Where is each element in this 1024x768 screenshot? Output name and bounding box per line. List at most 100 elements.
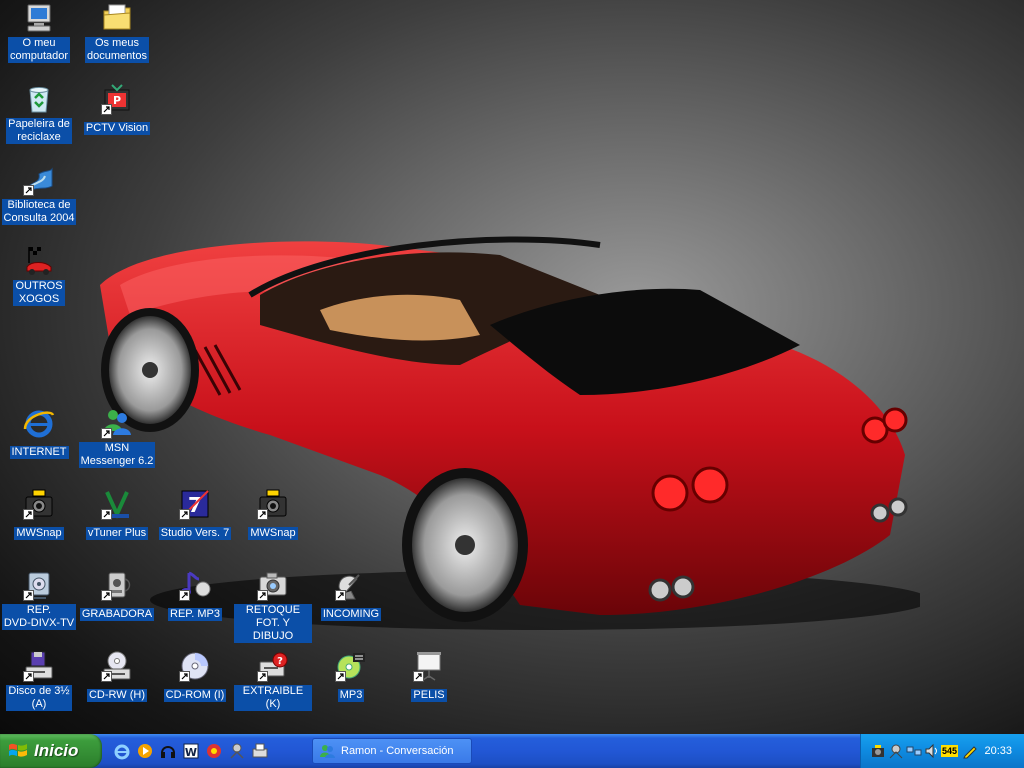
quick-launch: W — [112, 734, 270, 768]
icon-label: Studio Vers. 7 — [158, 527, 232, 540]
desktop[interactable]: O meu computador Os meus documentos Pape… — [0, 0, 1024, 734]
msn-messenger-icon — [101, 407, 133, 439]
desktop-icon-vtuner-plus[interactable]: vTuner Plus — [78, 488, 156, 541]
desktop-icon-outros-xogos[interactable]: OUTROS XOGOS — [0, 245, 78, 307]
desktop-icon-pctv-vision[interactable]: P PCTV Vision — [78, 83, 156, 136]
desktop-icon-my-documents[interactable]: Os meus documentos — [78, 2, 156, 64]
svg-text:P: P — [113, 94, 121, 107]
dvd-player-icon — [23, 569, 55, 601]
icon-label: INTERNET — [9, 446, 69, 459]
satellite-dish-icon — [335, 569, 367, 601]
icon-label: MSN Messenger 6.2 — [78, 442, 156, 468]
tray-volume-icon[interactable] — [923, 743, 940, 760]
desktop-icon-floppy[interactable]: Disco de 3½ (A) — [0, 650, 78, 712]
shortcut-arrow-icon — [179, 509, 190, 520]
icon-label: REP. DVD-DIVX-TV — [1, 604, 77, 630]
mwsnap-icon — [23, 488, 55, 520]
media-icon[interactable] — [204, 741, 224, 761]
media-player-icon[interactable] — [135, 741, 155, 761]
shortcut-arrow-icon — [257, 590, 268, 601]
icon-label: PELIS — [411, 689, 447, 702]
svg-text:W: W — [185, 746, 197, 759]
tray-badge[interactable]: 545 — [941, 745, 959, 757]
desktop-icon-library[interactable]: Biblioteca de Consulta 2004 — [0, 164, 78, 226]
svg-text:?: ? — [277, 656, 283, 667]
shortcut-arrow-icon — [23, 671, 34, 682]
desktop-icon-rep-mp3[interactable]: REP. MP3 — [156, 569, 234, 622]
mp3-cd-icon — [335, 650, 367, 682]
internet-explorer-icon — [23, 407, 55, 439]
shortcut-arrow-icon — [257, 509, 268, 520]
network-icon[interactable] — [227, 741, 247, 761]
tray-connection-icon[interactable] — [905, 743, 922, 760]
icon-label: GRABADORA — [79, 608, 155, 621]
shortcut-arrow-icon — [413, 671, 424, 682]
shortcut-arrow-icon — [23, 185, 34, 196]
windows-flag-icon — [9, 743, 27, 757]
recycle-bin-icon — [23, 83, 55, 115]
desktop-icon-grabadora[interactable]: GRABADORA — [78, 569, 156, 622]
shortcut-arrow-icon — [257, 671, 268, 682]
desktop-icon-msn-messenger[interactable]: MSN Messenger 6.2 — [78, 407, 156, 469]
desktop-icon-mwsnap-2[interactable]: MWSnap — [234, 488, 312, 541]
icon-label: Papeleira de reciclaxe — [6, 118, 72, 144]
word-icon[interactable]: W — [181, 741, 201, 761]
studio-icon: 7 — [179, 488, 211, 520]
desktop-icon-my-computer[interactable]: O meu computador — [0, 2, 78, 64]
headset-icon[interactable] — [158, 741, 178, 761]
icon-label: REP. MP3 — [168, 608, 222, 621]
desktop-icon-cd-rw[interactable]: CD-RW (H) — [78, 650, 156, 703]
removable-drive-icon: ? — [257, 650, 289, 682]
desktop-icon-studio[interactable]: 7 Studio Vers. 7 — [156, 488, 234, 541]
desktop-icon-recycle-bin[interactable]: Papeleira de reciclaxe — [0, 83, 78, 145]
cd-rw-drive-icon — [101, 650, 133, 682]
desktop-icon-extraible[interactable]: ? EXTRAIBLE (K) — [234, 650, 312, 712]
desktop-icon-rep-dvd[interactable]: REP. DVD-DIVX-TV — [0, 569, 78, 631]
projector-screen-icon — [413, 650, 445, 682]
recorder-icon — [101, 569, 133, 601]
fax-icon[interactable] — [250, 741, 270, 761]
shortcut-arrow-icon — [179, 590, 190, 601]
internet-explorer-icon[interactable] — [112, 741, 132, 761]
desktop-icon-cd-rom[interactable]: CD-ROM (I) — [156, 650, 234, 703]
shortcut-arrow-icon — [101, 428, 112, 439]
taskbar-window-button[interactable]: Ramon - Conversación — [312, 738, 472, 764]
messenger-conversation-icon — [320, 745, 335, 758]
pctv-icon: P — [101, 83, 133, 115]
desktop-icon-mp3[interactable]: MP3 — [312, 650, 390, 703]
games-icon — [23, 245, 55, 277]
system-tray: 545 20:33 — [860, 734, 1024, 768]
tray-network-icon[interactable] — [887, 743, 904, 760]
desktop-icon-internet[interactable]: INTERNET — [0, 407, 78, 460]
icon-label: CD-RW (H) — [86, 689, 147, 702]
start-label: Inicio — [34, 741, 79, 760]
shortcut-arrow-icon — [101, 104, 112, 115]
icon-label: INCOMING — [320, 608, 382, 621]
tray-pencil-icon[interactable] — [961, 743, 978, 760]
shortcut-arrow-icon — [101, 671, 112, 682]
camera-icon — [257, 569, 289, 601]
start-button[interactable]: Inicio — [0, 734, 102, 768]
music-note-icon — [179, 569, 211, 601]
taskbar: Inicio W Ramon - Conversación 545 20:33 — [0, 734, 1024, 768]
clock[interactable]: 20:33 — [984, 745, 1012, 757]
icon-label: vTuner Plus — [85, 527, 149, 540]
icon-label: Biblioteca de Consulta 2004 — [1, 199, 77, 225]
desktop-icon-mwsnap-1[interactable]: MWSnap — [0, 488, 78, 541]
icon-label: CD-ROM (I) — [163, 689, 227, 702]
icon-label: MP3 — [337, 689, 365, 702]
desktop-icon-pelis[interactable]: PELIS — [390, 650, 468, 703]
desktop-icon-incoming[interactable]: INCOMING — [312, 569, 390, 622]
library-icon — [23, 164, 55, 196]
vtuner-icon — [101, 488, 133, 520]
icon-label: MWSnap — [248, 527, 298, 540]
shortcut-arrow-icon — [23, 590, 34, 601]
shortcut-arrow-icon — [101, 590, 112, 601]
icon-label: OUTROS XOGOS — [13, 280, 65, 306]
icon-label: O meu computador — [7, 37, 71, 63]
shortcut-arrow-icon — [179, 671, 190, 682]
floppy-drive-icon — [23, 650, 55, 682]
shortcut-arrow-icon — [101, 509, 112, 520]
tray-camera-icon[interactable] — [869, 743, 886, 760]
desktop-icon-retoque[interactable]: RETOQUE FOT. Y DIBUJO — [234, 569, 312, 644]
